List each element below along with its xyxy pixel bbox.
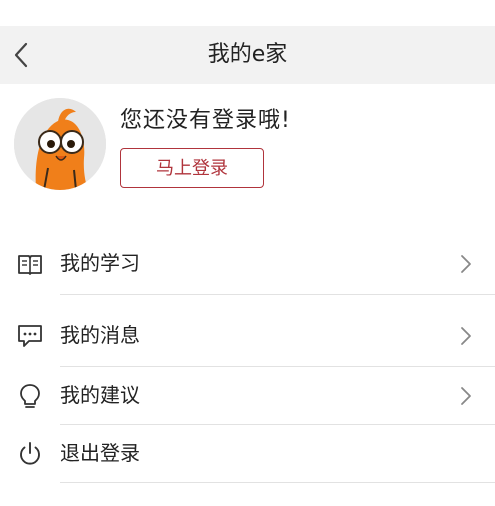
page-title: 我的e家	[207, 42, 288, 67]
divider	[60, 482, 495, 483]
login-button[interactable]: 马上登录	[120, 148, 264, 188]
top-navigation-bar: 我的e家	[0, 26, 495, 84]
menu-item-my-suggestions[interactable]: 我的建议	[0, 366, 495, 424]
book-icon	[18, 255, 42, 275]
profile-section: 您还没有登录哦! 马上登录	[0, 84, 495, 204]
menu-item-label: 我的学习	[60, 251, 140, 275]
menu-item-label: 我的消息	[60, 323, 140, 347]
menu-item-label: 退出登录	[60, 441, 140, 465]
menu-item-my-learning[interactable]: 我的学习	[0, 234, 495, 292]
chevron-right-icon	[461, 327, 471, 345]
power-icon	[20, 442, 40, 465]
lightbulb-icon	[20, 384, 40, 408]
message-icon	[18, 325, 42, 347]
chevron-right-icon	[461, 387, 471, 405]
mascot-avatar-icon	[14, 98, 106, 190]
menu-item-my-messages[interactable]: 我的消息	[0, 306, 495, 364]
login-prompt-text: 您还没有登录哦!	[120, 108, 291, 133]
chevron-right-icon	[461, 255, 471, 273]
menu-item-logout[interactable]: 退出登录	[0, 424, 495, 482]
divider	[60, 294, 495, 295]
avatar[interactable]	[14, 98, 106, 190]
menu-item-label: 我的建议	[60, 383, 140, 407]
status-strip	[0, 0, 495, 26]
